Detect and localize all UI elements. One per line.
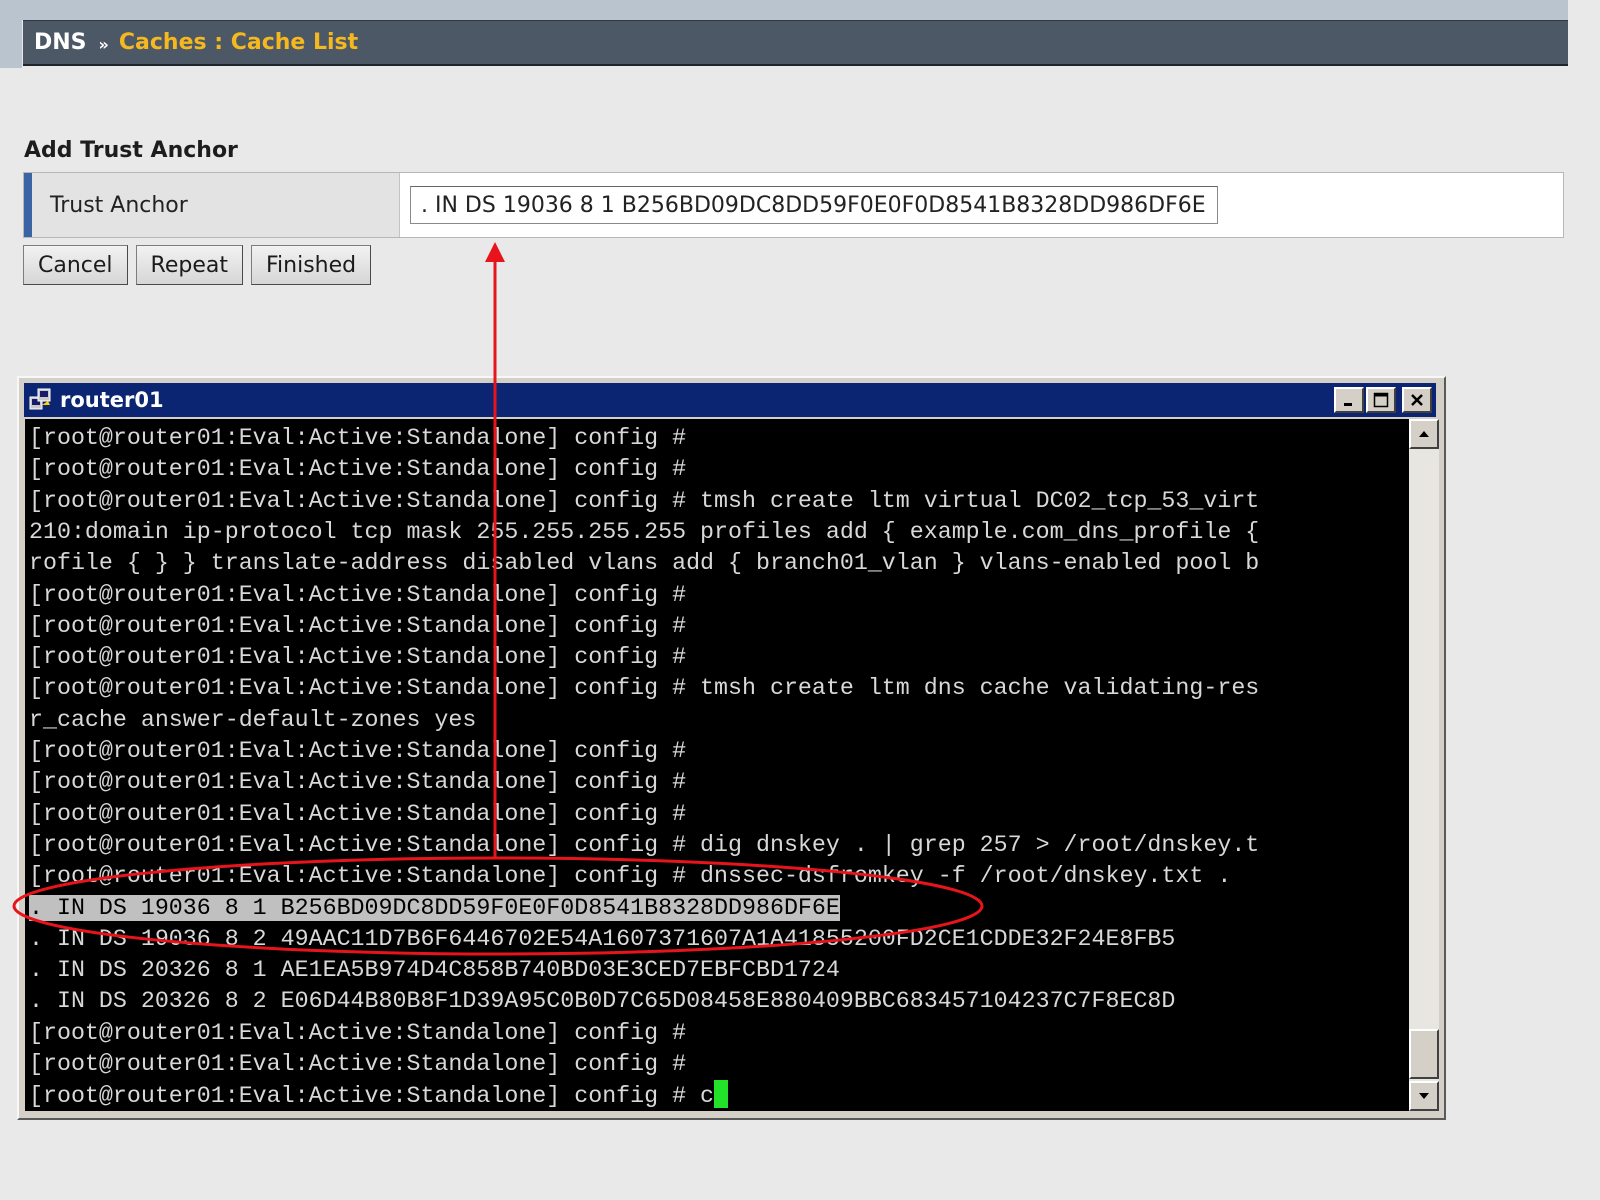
putty-icon bbox=[28, 387, 54, 413]
terminal-line: [root@router01:Eval:Active:Standalone] c… bbox=[29, 1051, 687, 1077]
terminal-line: [root@router01:Eval:Active:Standalone] c… bbox=[29, 581, 687, 608]
left-strip bbox=[0, 0, 22, 68]
breadcrumb-root[interactable]: DNS bbox=[34, 30, 87, 55]
terminal-console[interactable]: [root@router01:Eval:Active:Standalone] c… bbox=[25, 419, 1409, 1111]
terminal-line: [root@router01:Eval:Active:Standalone] c… bbox=[29, 612, 687, 639]
breadcrumb-current[interactable]: Caches : Cache List bbox=[119, 30, 358, 55]
close-icon[interactable] bbox=[1402, 387, 1432, 413]
trust-anchor-label: Trust Anchor bbox=[24, 173, 400, 237]
terminal-line: [root@router01:Eval:Active:Standalone] c… bbox=[29, 1019, 687, 1046]
top-strip bbox=[0, 0, 1568, 20]
terminal-line: [root@router01:Eval:Active:Standalone] c… bbox=[29, 644, 687, 671]
terminal-line: [root@router01:Eval:Active:Standalone] c… bbox=[29, 487, 1260, 514]
terminal-line: [root@router01:Eval:Active:Standalone] c… bbox=[29, 800, 687, 827]
scroll-thumb[interactable] bbox=[1409, 1029, 1439, 1079]
breadcrumb-separator-icon: » bbox=[98, 35, 109, 54]
finished-button[interactable]: Finished bbox=[250, 245, 372, 285]
scroll-up-icon[interactable] bbox=[1409, 419, 1439, 449]
window-controls bbox=[1334, 387, 1432, 413]
scroll-down-icon[interactable] bbox=[1409, 1081, 1439, 1111]
terminal-titlebar[interactable]: router01 bbox=[24, 383, 1436, 417]
terminal-line: . IN DS 20326 8 2 E06D44B80B8F1D39A95C0B… bbox=[29, 988, 1176, 1015]
terminal-line: [root@router01:Eval:Active:Standalone] c… bbox=[29, 863, 1232, 890]
terminal-line: [root@router01:Eval:Active:Standalone] c… bbox=[29, 831, 1260, 858]
maximize-icon[interactable] bbox=[1366, 387, 1396, 413]
terminal-cursor bbox=[714, 1080, 729, 1109]
breadcrumb-bar: DNS » Caches : Cache List bbox=[23, 20, 1568, 66]
trust-anchor-input[interactable] bbox=[410, 186, 1218, 224]
cancel-button[interactable]: Cancel bbox=[23, 245, 128, 285]
selected-text: . IN DS 19036 8 1 B256BD09DC8DD59F0E0F0D… bbox=[29, 894, 840, 921]
terminal-line: [root@router01:Eval:Active:Standalone] c… bbox=[29, 769, 687, 796]
terminal-line: [root@router01:Eval:Active:Standalone] c… bbox=[29, 1080, 729, 1111]
terminal-line: r_cache answer-default-zones yes bbox=[29, 706, 477, 733]
form-buttons: Cancel Repeat Finished bbox=[23, 245, 372, 285]
terminal-line: . IN DS 19036 8 1 B256BD09DC8DD59F0E0F0D… bbox=[29, 893, 840, 924]
terminal-line: . IN DS 19036 8 2 49AAC11D7B6F6446702E54… bbox=[29, 925, 1176, 952]
minimize-icon[interactable] bbox=[1334, 387, 1364, 413]
trust-anchor-row: Trust Anchor bbox=[23, 172, 1564, 238]
trust-anchor-input-cell bbox=[400, 173, 1563, 237]
terminal-line: [root@router01:Eval:Active:Standalone] c… bbox=[29, 738, 687, 764]
terminal-line: rofile { } } translate-address disabled … bbox=[29, 550, 1260, 577]
terminal-scrollbar[interactable] bbox=[1409, 419, 1439, 1111]
section-title: Add Trust Anchor bbox=[24, 138, 238, 163]
terminal-line: 210:domain ip-protocol tcp mask 255.255.… bbox=[29, 518, 1260, 545]
terminal-line: [root@router01:Eval:Active:Standalone] c… bbox=[29, 425, 687, 451]
terminal-line: [root@router01:Eval:Active:Standalone] c… bbox=[29, 456, 687, 483]
terminal-line: . IN DS 20326 8 1 AE1EA5B974D4C858B740BD… bbox=[29, 957, 840, 984]
terminal-title: router01 bbox=[60, 388, 164, 412]
terminal-line: [root@router01:Eval:Active:Standalone] c… bbox=[29, 675, 1260, 702]
terminal-window: router01 [root@router01:Eval:Active:Stan… bbox=[17, 376, 1446, 1120]
repeat-button[interactable]: Repeat bbox=[135, 245, 243, 285]
annotation-arrow-icon bbox=[485, 242, 505, 262]
